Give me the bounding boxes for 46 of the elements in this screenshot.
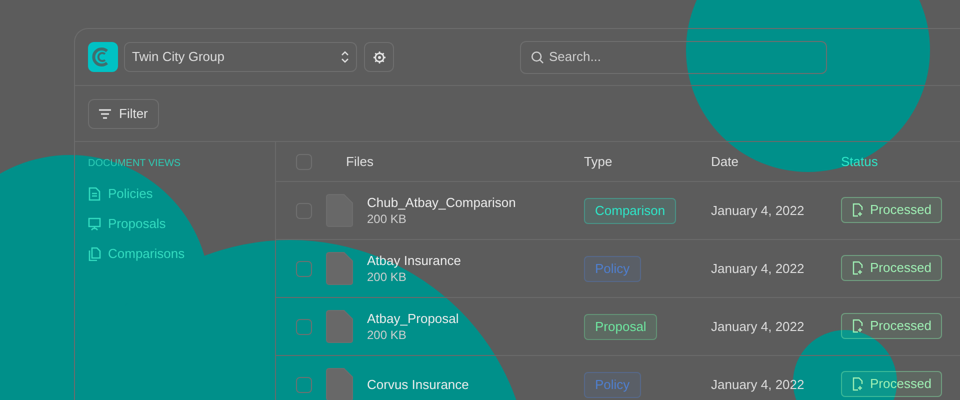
search-input[interactable]: Search...	[549, 47, 816, 67]
file-name: Chub_Atbay_Comparison	[367, 194, 516, 210]
workspace-select[interactable]: Twin City Group	[124, 42, 357, 72]
type-tag: Policy	[584, 256, 641, 282]
status-badge: Processed	[841, 196, 942, 222]
date-text: January 4, 2022	[711, 318, 804, 334]
column-header: Date	[711, 154, 738, 168]
document-icon	[88, 187, 101, 201]
settings-icon	[372, 50, 386, 64]
column-header: Files	[346, 154, 374, 168]
sidebar-item[interactable]: Policies	[88, 179, 275, 209]
file-icon	[326, 368, 353, 400]
checkbox[interactable]	[296, 376, 312, 392]
file-size: 200 KB	[367, 326, 408, 344]
type-tag: Comparison	[584, 198, 676, 224]
status-badge: Processed	[841, 312, 942, 338]
filter-button[interactable]: Filter	[88, 98, 159, 128]
settings-button[interactable]	[364, 42, 394, 72]
copies-icon	[88, 247, 101, 261]
date-text: January 4, 2022	[711, 260, 804, 276]
file-name: Atbay Insurance	[367, 252, 461, 268]
checkbox[interactable]	[296, 260, 312, 276]
file-sparkle-icon	[852, 376, 863, 390]
file-name: Atbay_Proposal	[367, 310, 459, 326]
file-sparkle-icon	[852, 318, 863, 332]
column-header: Type	[584, 154, 612, 168]
filter-icon	[99, 108, 111, 118]
checkbox[interactable]	[296, 318, 312, 334]
sidebar-item[interactable]: Comparisons	[88, 239, 275, 269]
search-icon	[531, 50, 544, 64]
status-badge: Processed	[841, 254, 942, 280]
presentation-icon	[88, 217, 101, 231]
file-sparkle-icon	[852, 202, 863, 216]
date-text: January 4, 2022	[711, 202, 804, 218]
type-tag: Proposal	[584, 314, 658, 340]
file-icon	[326, 252, 353, 285]
file-size: 200 KB	[367, 210, 408, 228]
type-tag: Policy	[584, 372, 641, 398]
chevron-icon	[341, 51, 349, 63]
file-size: 200 KB	[367, 268, 408, 286]
file-sparkle-icon	[852, 260, 863, 274]
file-name: Corvus Insurance	[367, 376, 469, 393]
logo-icon	[88, 42, 118, 72]
sidebar-item[interactable]: Proposals	[88, 209, 275, 239]
search-field[interactable]: Search...	[520, 40, 827, 74]
file-icon	[326, 310, 353, 343]
